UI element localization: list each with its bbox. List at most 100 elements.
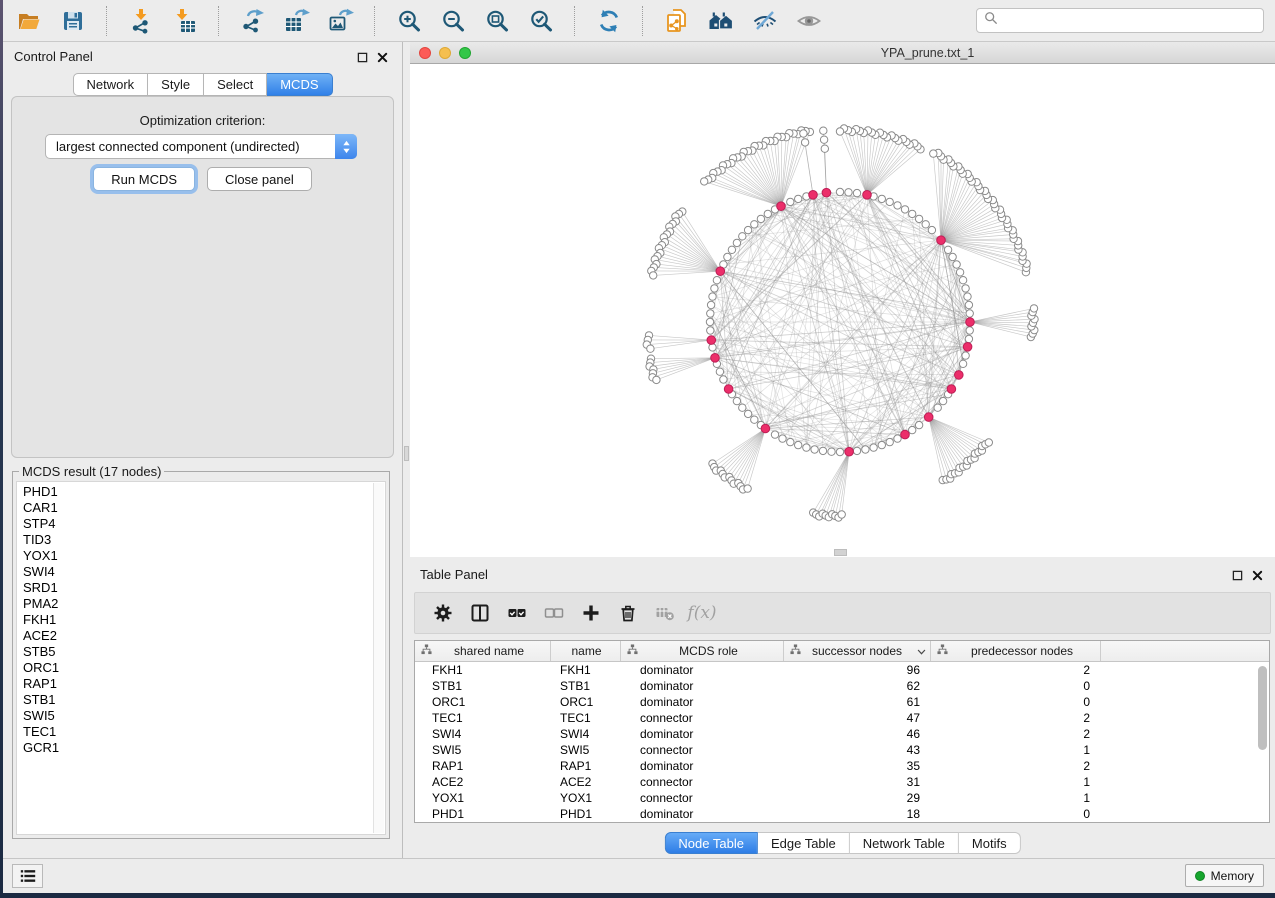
import-network-icon[interactable]: [127, 7, 154, 34]
cell-shared-name[interactable]: YOX1: [415, 791, 550, 805]
tab-network[interactable]: Network: [72, 73, 148, 96]
open-folder-icon[interactable]: [15, 7, 42, 34]
cell-name[interactable]: SWI4: [550, 727, 620, 741]
zoom-fit-icon[interactable]: [483, 7, 510, 34]
column-header-MCDS-role[interactable]: MCDS role: [621, 641, 784, 661]
table-row[interactable]: ACE2ACE2connector311: [415, 774, 1269, 790]
cell-predecessor-nodes[interactable]: 1: [930, 775, 1100, 789]
column-header-predecessor-nodes[interactable]: predecessor nodes: [931, 641, 1101, 661]
vertical-splitter[interactable]: [402, 42, 410, 858]
table-row[interactable]: FKH1FKH1dominator962: [415, 662, 1269, 678]
cell-name[interactable]: PHD1: [550, 807, 620, 821]
import-table-icon[interactable]: [171, 7, 198, 34]
cell-shared-name[interactable]: SWI4: [415, 727, 550, 741]
mcds-node-item[interactable]: PMA2: [17, 596, 385, 612]
cell-predecessor-nodes[interactable]: 2: [930, 711, 1100, 725]
cell-successor-nodes[interactable]: 47: [783, 711, 930, 725]
search-input[interactable]: [1003, 14, 1256, 28]
cell-mcds-role[interactable]: dominator: [620, 759, 783, 773]
task-history-button[interactable]: [12, 864, 43, 888]
network-graph[interactable]: [410, 64, 1275, 557]
cell-shared-name[interactable]: FKH1: [415, 663, 550, 677]
float-panel-icon[interactable]: [357, 50, 368, 68]
cell-shared-name[interactable]: ACE2: [415, 775, 550, 789]
mcds-node-item[interactable]: RAP1: [17, 676, 385, 692]
columns-icon[interactable]: [469, 602, 491, 624]
cell-predecessor-nodes[interactable]: 2: [930, 727, 1100, 741]
cell-mcds-role[interactable]: connector: [620, 743, 783, 757]
close-panel-icon[interactable]: [377, 50, 388, 68]
table-row[interactable]: STB1STB1dominator620: [415, 678, 1269, 694]
table-row[interactable]: SWI4SWI4dominator462: [415, 726, 1269, 742]
mcds-node-item[interactable]: ACE2: [17, 628, 385, 644]
cell-successor-nodes[interactable]: 31: [783, 775, 930, 789]
cell-mcds-role[interactable]: dominator: [620, 663, 783, 677]
cell-name[interactable]: SWI5: [550, 743, 620, 757]
cell-name[interactable]: STB1: [550, 679, 620, 693]
mcds-node-item[interactable]: SRD1: [17, 580, 385, 596]
mcds-list-scrollbar[interactable]: [373, 483, 384, 833]
cell-name[interactable]: TEC1: [550, 711, 620, 725]
cell-successor-nodes[interactable]: 61: [783, 695, 930, 709]
column-header-successor-nodes[interactable]: successor nodes: [784, 641, 931, 661]
tab-mcds[interactable]: MCDS: [267, 73, 332, 96]
mcds-node-item[interactable]: YOX1: [17, 548, 385, 564]
cell-mcds-role[interactable]: connector: [620, 775, 783, 789]
table-row[interactable]: TEC1TEC1connector472: [415, 710, 1269, 726]
cell-name[interactable]: RAP1: [550, 759, 620, 773]
cell-successor-nodes[interactable]: 18: [783, 807, 930, 821]
zoom-selected-icon[interactable]: [527, 7, 554, 34]
gear-icon[interactable]: [432, 602, 454, 624]
tab-select[interactable]: Select: [204, 73, 267, 96]
close-panel-button[interactable]: Close panel: [207, 167, 312, 191]
float-table-panel-icon[interactable]: [1232, 568, 1243, 586]
cell-predecessor-nodes[interactable]: 1: [930, 743, 1100, 757]
splitter-handle[interactable]: [404, 446, 409, 461]
save-icon[interactable]: [59, 7, 86, 34]
run-mcds-button[interactable]: Run MCDS: [93, 167, 195, 191]
cell-predecessor-nodes[interactable]: 1: [930, 791, 1100, 805]
cell-mcds-role[interactable]: connector: [620, 711, 783, 725]
add-icon[interactable]: [580, 602, 602, 624]
export-network-icon[interactable]: [239, 7, 266, 34]
cell-successor-nodes[interactable]: 96: [783, 663, 930, 677]
memory-button[interactable]: Memory: [1185, 864, 1264, 887]
cell-mcds-role[interactable]: dominator: [620, 679, 783, 693]
cell-predecessor-nodes[interactable]: 0: [930, 807, 1100, 821]
mcds-node-item[interactable]: TEC1: [17, 724, 385, 740]
search-box[interactable]: [976, 8, 1264, 33]
cell-predecessor-nodes[interactable]: 2: [930, 663, 1100, 677]
table-scrollbar-thumb[interactable]: [1258, 666, 1267, 750]
export-table-icon[interactable]: [283, 7, 310, 34]
network-window-titlebar[interactable]: YPA_prune.txt_1: [410, 42, 1275, 64]
cell-mcds-role[interactable]: connector: [620, 791, 783, 805]
close-table-panel-icon[interactable]: [1252, 568, 1263, 586]
tab-motifs[interactable]: Motifs: [959, 832, 1021, 854]
tab-style[interactable]: Style: [148, 73, 204, 96]
cell-shared-name[interactable]: TEC1: [415, 711, 550, 725]
cell-shared-name[interactable]: PHD1: [415, 807, 550, 821]
tab-network-table[interactable]: Network Table: [850, 832, 959, 854]
optimization-criterion-select[interactable]: largest connected component (undirected): [45, 134, 357, 159]
tab-node-table[interactable]: Node Table: [664, 832, 758, 854]
cell-name[interactable]: YOX1: [550, 791, 620, 805]
cell-mcds-role[interactable]: dominator: [620, 695, 783, 709]
cell-successor-nodes[interactable]: 46: [783, 727, 930, 741]
zoom-in-icon[interactable]: [395, 7, 422, 34]
trash-icon[interactable]: [617, 602, 639, 624]
cell-shared-name[interactable]: RAP1: [415, 759, 550, 773]
network-canvas[interactable]: [410, 64, 1275, 557]
cell-shared-name[interactable]: ORC1: [415, 695, 550, 709]
cell-successor-nodes[interactable]: 35: [783, 759, 930, 773]
cell-mcds-role[interactable]: dominator: [620, 727, 783, 741]
mcds-node-item[interactable]: PHD1: [17, 484, 385, 500]
cell-mcds-role[interactable]: dominator: [620, 807, 783, 821]
column-header-shared-name[interactable]: shared name: [415, 641, 551, 661]
mcds-node-item[interactable]: CAR1: [17, 500, 385, 516]
export-image-icon[interactable]: [327, 7, 354, 34]
cell-predecessor-nodes[interactable]: 0: [930, 695, 1100, 709]
cell-predecessor-nodes[interactable]: 0: [930, 679, 1100, 693]
deselect-all-icon[interactable]: [543, 602, 565, 624]
cell-name[interactable]: ORC1: [550, 695, 620, 709]
cell-shared-name[interactable]: SWI5: [415, 743, 550, 757]
